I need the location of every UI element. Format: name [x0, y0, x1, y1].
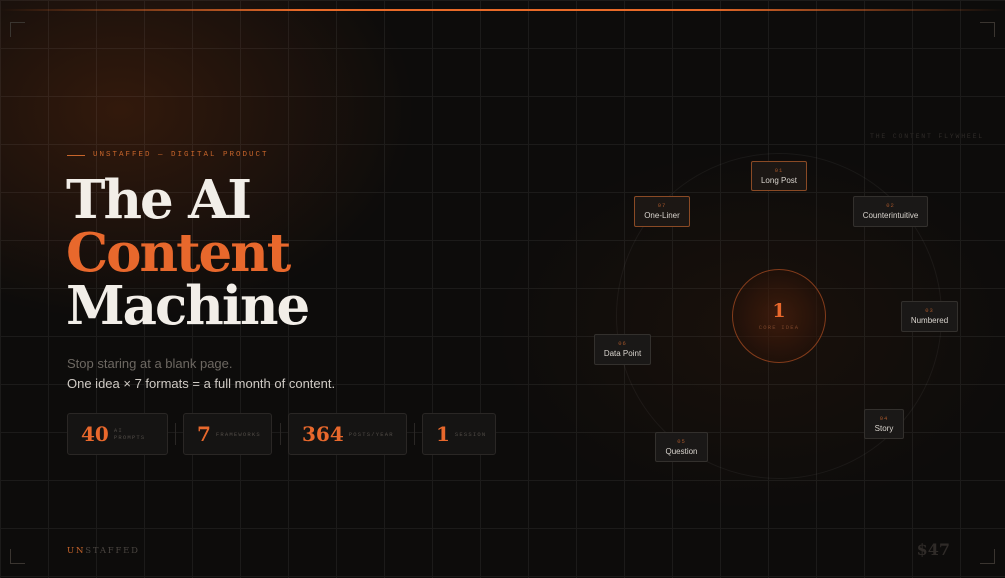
format-name: Question	[665, 446, 698, 456]
format-number: 02	[886, 202, 895, 209]
brand-highlight: UN	[67, 546, 86, 556]
format-number: 01	[774, 166, 784, 174]
core-idea: 1 CORE IDEA	[732, 269, 826, 363]
format-name: Numbered	[910, 316, 949, 325]
stat-value: 7	[197, 422, 211, 446]
stat-value: 40	[81, 422, 109, 446]
stat-posts: 364 POSTS/YEAR	[288, 413, 407, 455]
format-node-counterintuitive[interactable]: 02 Counterintuitive	[853, 196, 928, 227]
format-node-numbered[interactable]: 03 Numbered	[901, 301, 958, 332]
stat-session: 1 SESSION	[422, 413, 496, 455]
brand-rest: STAFFED	[85, 546, 140, 556]
stat-frameworks: 7 FRAMEWORKS	[183, 413, 272, 455]
format-name: Data Point	[603, 349, 642, 358]
format-node-long-post[interactable]: 01 Long Post	[751, 161, 807, 191]
stat-value: 1	[436, 422, 450, 446]
format-node-story[interactable]: 04 Story	[864, 409, 904, 439]
page-title: The AI Content Machine	[66, 174, 310, 333]
format-name: Story	[874, 423, 894, 433]
subtitle: Stop staring at a blank page. One idea ×…	[67, 354, 335, 394]
format-number: 06	[618, 340, 627, 347]
format-number: 07	[657, 202, 667, 209]
stat-label: FRAMEWORKS	[215, 430, 261, 438]
format-name: Long Post	[760, 175, 798, 185]
stat-value: 364	[302, 422, 344, 446]
corner-mark-bottom-left	[10, 549, 25, 564]
title-line-3: Machine	[66, 275, 310, 337]
eyebrow: UNSTAFFED — DIGITAL PRODUCT	[67, 151, 269, 159]
stat-divider	[414, 423, 415, 445]
stat-label: AI PROMPTS	[113, 427, 146, 441]
subtitle-line-2: One idea × 7 formats = a full month of c…	[67, 376, 336, 391]
corner-mark-top-right	[980, 22, 995, 37]
top-accent-line	[0, 9, 1005, 11]
stat-divider	[175, 423, 176, 445]
stat-divider	[280, 423, 281, 445]
subtitle-line-1: Stop staring at a blank page.	[67, 356, 233, 371]
format-name: One-Liner	[644, 211, 680, 220]
stat-label: POSTS/YEAR	[348, 430, 394, 438]
stat-label: SESSION	[454, 430, 487, 438]
footer-brand: UNSTAFFED	[67, 546, 140, 556]
eyebrow-dash	[67, 154, 85, 156]
format-node-question[interactable]: 05 Question	[655, 432, 708, 462]
format-number: 03	[925, 307, 934, 314]
flywheel-label: THE CONTENT FLYWHEEL	[870, 133, 985, 140]
corner-mark-top-left	[10, 22, 25, 37]
format-number: 04	[879, 414, 889, 422]
core-idea-value: 1	[772, 300, 786, 322]
format-name: Counterintuitive	[862, 211, 919, 220]
core-idea-label: CORE IDEA	[758, 324, 800, 331]
price: $47	[916, 540, 950, 559]
format-node-data-point[interactable]: 06 Data Point	[594, 334, 651, 365]
stat-prompts: 40 AI PROMPTS	[67, 413, 168, 455]
eyebrow-text: UNSTAFFED — DIGITAL PRODUCT	[93, 151, 269, 159]
format-number: 05	[677, 437, 686, 445]
format-node-one-liner[interactable]: 07 One-Liner	[634, 196, 690, 227]
corner-mark-bottom-right	[980, 549, 995, 564]
